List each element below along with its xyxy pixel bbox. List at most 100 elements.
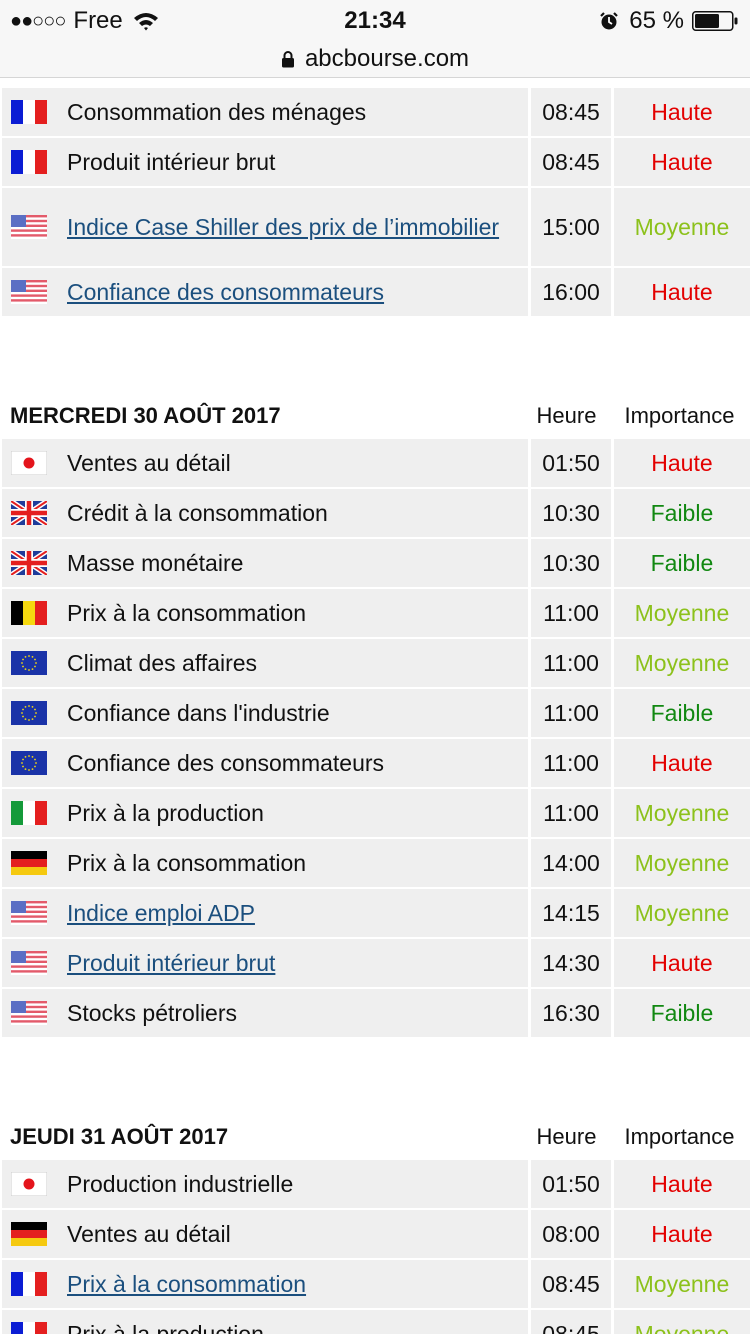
germany-flag-icon — [11, 851, 47, 875]
germany-flag-icon — [11, 1222, 47, 1246]
event-name: Prix à la production — [67, 1321, 264, 1334]
event-link[interactable]: Indice emploi ADP — [67, 900, 255, 926]
event-name-cell: Prix à la production — [2, 789, 529, 839]
event-name: Climat des affaires — [67, 650, 258, 676]
event-name: Masse monétaire — [67, 550, 244, 576]
event-name-cell: Production industrielle — [2, 1160, 529, 1210]
event-name-cell: Confiance des consommateurs — [2, 739, 529, 789]
event-importance: Haute — [610, 138, 750, 188]
event-row[interactable]: Indice emploi ADP 14:15 Moyenne — [2, 889, 750, 939]
event-name: Prix à la consommation — [67, 850, 307, 876]
day-header: MERCREDI 30 AOÛT 2017 Heure Importance — [2, 393, 750, 439]
event-row[interactable]: Prix à la consommation 08:45 Moyenne — [2, 1260, 750, 1310]
calendar-table-previous-day: Consommation des ménages 08:45 Haute Produi… — [2, 88, 750, 318]
event-time: 14:15 — [528, 889, 611, 939]
event-name-cell: Confiance dans l'industrie — [2, 689, 529, 739]
event-importance: Moyenne — [610, 1310, 750, 1334]
event-name: Consommation des ménages — [67, 99, 367, 125]
event-time: 11:00 — [528, 789, 611, 839]
event-link[interactable]: Confiance des consommateurs — [67, 279, 384, 305]
event-name: Prix à la production — [67, 800, 264, 826]
day-header: JEUDI 31 AOÛT 2017 Heure Importance — [2, 1114, 750, 1160]
event-importance: Moyenne — [610, 839, 750, 889]
event-importance: Haute — [610, 88, 750, 138]
url-bar[interactable]: abcbourse.com — [0, 40, 750, 78]
event-row: Prix à la production 11:00 Moyenne — [2, 789, 750, 839]
battery-icon — [692, 11, 738, 31]
event-row: Ventes au détail 08:00 Haute — [2, 1210, 750, 1260]
event-time: 11:00 — [528, 589, 611, 639]
event-time: 08:45 — [528, 88, 611, 138]
event-row: Produit intérieur brut 08:45 Haute — [2, 138, 750, 188]
event-row[interactable]: Produit intérieur brut 14:30 Haute — [2, 939, 750, 989]
event-time: 01:50 — [528, 1160, 611, 1210]
event-time: 11:00 — [528, 739, 611, 789]
event-row: Confiance des consommateurs 11:00 Haute — [2, 739, 750, 789]
japan-flag-icon — [11, 1172, 47, 1196]
event-row: Ventes au détail 01:50 Haute — [2, 439, 750, 489]
event-row[interactable]: Confiance des consommateurs 16:00 Haute — [2, 268, 750, 318]
event-time: 01:50 — [528, 439, 611, 489]
event-time: 08:45 — [528, 1310, 611, 1334]
event-name-cell: Produit intérieur brut — [2, 939, 529, 989]
event-time: 10:30 — [528, 489, 611, 539]
event-name: Produit intérieur brut — [67, 149, 276, 175]
event-importance: Moyenne — [610, 789, 750, 839]
event-time: 10:30 — [528, 539, 611, 589]
event-importance: Moyenne — [610, 639, 750, 689]
event-importance: Haute — [610, 1160, 750, 1210]
eu-flag-icon — [11, 701, 47, 725]
event-row: Prix à la consommation 14:00 Moyenne — [2, 839, 750, 889]
event-name-cell: Prix à la consommation — [2, 1260, 529, 1310]
event-row: Confiance dans l'industrie 11:00 Faible — [2, 689, 750, 739]
event-time: 08:45 — [528, 1260, 611, 1310]
eu-flag-icon — [11, 751, 47, 775]
event-time: 11:00 — [528, 639, 611, 689]
event-time: 15:00 — [528, 188, 611, 268]
event-row: Crédit à la consommation 10:30 Faible — [2, 489, 750, 539]
event-name-cell: Prix à la consommation — [2, 589, 529, 639]
calendar-table: Production industrielle 01:50 Haute Ventes … — [2, 1160, 750, 1334]
event-importance: Faible — [610, 489, 750, 539]
event-row: Production industrielle 01:50 Haute — [2, 1160, 750, 1210]
event-importance: Moyenne — [610, 589, 750, 639]
event-importance: Moyenne — [610, 889, 750, 939]
event-row: Prix à la production 08:45 Moyenne — [2, 1310, 750, 1334]
event-time: 08:45 — [528, 138, 611, 188]
event-row: Masse monétaire 10:30 Faible — [2, 539, 750, 589]
event-row[interactable]: Indice Case Shiller des prix de l’immobi… — [2, 188, 750, 268]
column-header-importance: Importance — [624, 403, 735, 428]
event-link[interactable]: Produit intérieur brut — [67, 950, 275, 976]
column-header-importance: Importance — [624, 1124, 735, 1149]
event-name: Confiance dans l'industrie — [67, 700, 330, 726]
france-flag-icon — [11, 1272, 47, 1296]
italy-flag-icon — [11, 801, 47, 825]
usa-flag-icon — [11, 215, 47, 239]
event-row: Prix à la consommation 11:00 Moyenne — [2, 589, 750, 639]
event-name-cell: Stocks pétroliers — [2, 989, 529, 1039]
event-name-cell: Ventes au détail — [2, 1210, 529, 1260]
event-name: Production industrielle — [67, 1171, 294, 1197]
event-importance: Moyenne — [610, 1260, 750, 1310]
japan-flag-icon — [11, 451, 47, 475]
event-name-cell: Prix à la consommation — [2, 839, 529, 889]
lock-icon — [281, 50, 294, 67]
uk-flag-icon — [11, 551, 47, 575]
belgium-flag-icon — [11, 601, 47, 625]
event-time: 08:00 — [528, 1210, 611, 1260]
event-name: Prix à la consommation — [67, 600, 307, 626]
event-time: 16:30 — [528, 989, 611, 1039]
url-text[interactable]: abcbourse.com — [305, 45, 469, 73]
event-importance: Haute — [610, 739, 750, 789]
usa-flag-icon — [11, 1001, 47, 1025]
day-title: MERCREDI 30 AOÛT 2017 — [10, 403, 281, 428]
calendar-table: Ventes au détail 01:50 Haute Crédit à la co… — [2, 439, 750, 1039]
day-title: JEUDI 31 AOÛT 2017 — [10, 1124, 229, 1149]
event-name-cell: Prix à la production — [2, 1310, 529, 1334]
event-link[interactable]: Prix à la consommation — [67, 1271, 306, 1297]
event-name-cell: Masse monétaire — [2, 539, 529, 589]
france-flag-icon — [11, 1322, 47, 1334]
alarm-icon — [600, 12, 619, 30]
status-right: 65 % — [599, 7, 738, 35]
event-link[interactable]: Indice Case Shiller des prix de l’immobi… — [67, 214, 499, 240]
